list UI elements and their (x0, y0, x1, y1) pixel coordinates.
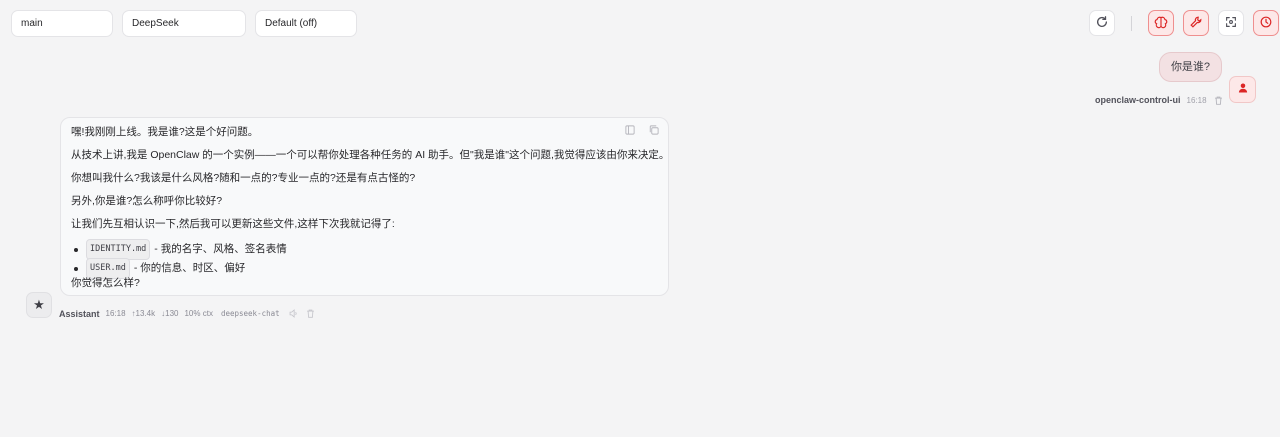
trash-icon[interactable] (305, 308, 316, 319)
focus-icon (1224, 15, 1238, 32)
bullet-dot (74, 247, 78, 252)
user-message-meta: openclaw-control-ui 16:18 (1095, 93, 1225, 107)
star-icon: ★ (33, 297, 45, 312)
context-usage: 10% ctx (184, 309, 213, 318)
tokens-in: ↑13.4k (131, 309, 156, 318)
refresh-icon (1095, 15, 1109, 32)
wrench-icon (1189, 15, 1203, 32)
chat-app: main DeepSeek Default (off) 你是谁? opencla… (0, 0, 1280, 437)
toolbar-divider (1131, 16, 1132, 31)
message-paragraph: 让我们先互相认识一下,然后我可以更新这些文件,这样下次我就记得了: (71, 218, 395, 230)
clock-icon (1259, 15, 1273, 32)
history-button[interactable] (1253, 10, 1279, 36)
message-paragraph: 你想叫我什么?我该是什么风格?随和一点的?专业一点的?还是有点古怪的? (71, 172, 416, 184)
trash-icon[interactable] (1213, 95, 1224, 106)
user-message-bubble: 你是谁? (1159, 52, 1222, 82)
model-select[interactable]: DeepSeek (122, 10, 246, 37)
message-closing: 你觉得怎么样? (71, 277, 140, 289)
agent-select[interactable]: main (11, 10, 113, 37)
message-paragraph: 嘿!我刚刚上线。我是谁?这是个好问题。 (71, 126, 259, 138)
brain-icon (1154, 15, 1168, 32)
list-item-text: - 我的名字、风格、签名表情 (154, 243, 287, 255)
assistant-message-bubble: 嘿!我刚刚上线。我是谁?这是个好问题。 从技术上讲,我是 OpenClaw 的一… (60, 117, 669, 296)
message-paragraph: 另外,你是谁?怎么称呼你比较好? (71, 195, 223, 207)
copy-icon[interactable] (648, 124, 660, 136)
refresh-button[interactable] (1089, 10, 1115, 36)
user-avatar (1229, 76, 1256, 103)
message-paragraph: 从技术上讲,我是 OpenClaw 的一个实例——一个可以帮你处理各种任务的 A… (71, 149, 670, 161)
assistant-avatar: ★ (26, 292, 52, 318)
expand-icon[interactable] (624, 124, 636, 136)
user-message-time: 16:18 (1186, 95, 1207, 105)
file-list: IDENTITY.md - 我的名字、风格、签名表情 USER.md - 你的信… (71, 239, 658, 279)
list-item-text: - 你的信息、时区、偏好 (133, 262, 246, 274)
thinking-select[interactable]: Default (off) (255, 10, 357, 37)
tools-toggle-button[interactable] (1183, 10, 1209, 36)
model-badge: deepseek-chat (220, 309, 280, 318)
inline-code: IDENTITY.md (86, 239, 151, 260)
user-icon (1237, 82, 1249, 97)
thinking-toggle-button[interactable] (1148, 10, 1174, 36)
focus-mode-button[interactable] (1218, 10, 1244, 36)
user-sender-name: openclaw-control-ui (1095, 95, 1181, 105)
assistant-message-meta: Assistant 16:18 ↑13.4k ↓130 10% ctx deep… (59, 307, 316, 320)
assistant-sender-name: Assistant (59, 308, 100, 319)
speaker-icon[interactable] (288, 308, 299, 319)
assistant-message-time: 16:18 (105, 309, 126, 318)
tokens-out: ↓130 (161, 309, 179, 318)
list-item: IDENTITY.md - 我的名字、风格、签名表情 (71, 239, 658, 260)
bullet-dot (74, 266, 78, 271)
message-actions (624, 124, 660, 136)
